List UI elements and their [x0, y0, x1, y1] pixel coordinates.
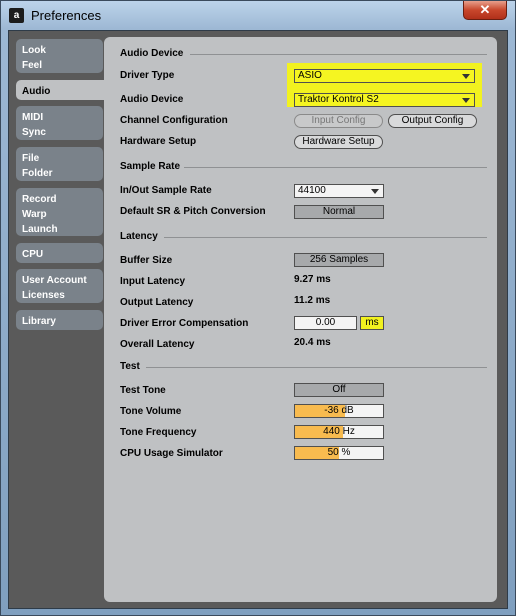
overall-latency-value: 20.4 ms	[294, 337, 331, 348]
tab-label: Look	[22, 45, 46, 56]
slider-value: 50 %	[327, 447, 351, 458]
tab-cpu[interactable]: CPU	[16, 243, 103, 263]
cpu-simulator-slider[interactable]: 50 %	[294, 446, 384, 460]
test-tone-label: Test Tone	[120, 385, 166, 396]
default-sr-selector[interactable]: Normal	[294, 205, 384, 219]
tab-label: Sync	[22, 127, 46, 138]
input-latency-label: Input Latency	[120, 276, 186, 287]
sample-rate-dropdown[interactable]: 44100	[294, 184, 384, 198]
audio-device-dropdown[interactable]: Traktor Kontrol S2	[294, 93, 475, 107]
driver-type-label: Driver Type	[120, 70, 175, 81]
buffer-size-field[interactable]: 256 Samples	[294, 253, 384, 267]
tab-label: Licenses	[22, 290, 65, 301]
divider	[184, 167, 487, 168]
slider-value: 440 Hz	[323, 426, 355, 437]
tone-volume-label: Tone Volume	[120, 406, 182, 417]
section-heading-sample-rate: Sample Rate	[120, 161, 181, 172]
slider-value: -36 dB	[324, 405, 354, 416]
preferences-window: a Preferences ✕ Look Feel Audio MIDI Syn…	[0, 0, 516, 616]
channel-config-label: Channel Configuration	[120, 115, 228, 126]
output-latency-value: 11.2 ms	[294, 295, 331, 306]
driver-type-value: ASIO	[298, 70, 322, 81]
sample-rate-label: In/Out Sample Rate	[120, 185, 212, 196]
chevron-down-icon	[462, 98, 470, 103]
cpu-simulator-label: CPU Usage Simulator	[120, 448, 223, 459]
audio-preferences-panel: Audio Device Driver Type ASIO Audio Devi…	[104, 37, 497, 602]
tab-label: Launch	[22, 224, 58, 235]
chevron-down-icon	[371, 189, 379, 194]
ms-unit-toggle[interactable]: ms	[360, 316, 384, 330]
section-heading-audio-device: Audio Device	[120, 48, 184, 59]
window-title: Preferences	[31, 8, 102, 23]
output-latency-label: Output Latency	[120, 297, 194, 308]
buffer-size-label: Buffer Size	[120, 255, 173, 266]
test-tone-toggle[interactable]: Off	[294, 383, 384, 397]
client-area: Look Feel Audio MIDI Sync File Folder Re…	[8, 30, 508, 609]
tab-file-folder[interactable]: File Folder	[16, 147, 103, 181]
tab-label: Warp	[22, 209, 47, 220]
tone-frequency-slider[interactable]: 440 Hz	[294, 425, 384, 439]
tab-label: File	[22, 153, 40, 164]
tab-look-feel[interactable]: Look Feel	[16, 39, 103, 73]
driver-error-label: Driver Error Compensation	[120, 318, 249, 329]
output-config-button[interactable]: Output Config	[388, 114, 477, 128]
tab-label: MIDI	[22, 112, 44, 123]
tab-user-account-licenses[interactable]: User Account Licenses	[16, 269, 103, 303]
driver-type-dropdown[interactable]: ASIO	[294, 69, 475, 83]
section-heading-test: Test	[120, 361, 140, 372]
tab-label: Feel	[22, 60, 43, 71]
tab-label: Library	[22, 316, 56, 327]
divider	[164, 237, 487, 238]
sample-rate-value: 44100	[298, 185, 326, 196]
tab-label: Folder	[22, 168, 53, 179]
tab-audio[interactable]: Audio	[16, 80, 116, 100]
tab-label: Record	[22, 194, 57, 205]
tone-frequency-label: Tone Frequency	[120, 427, 197, 438]
divider	[146, 367, 487, 368]
tab-label: CPU	[22, 249, 44, 260]
overall-latency-label: Overall Latency	[120, 339, 195, 350]
chevron-down-icon	[462, 74, 470, 79]
section-heading-latency: Latency	[120, 231, 158, 242]
input-latency-value: 9.27 ms	[294, 274, 331, 285]
close-button[interactable]: ✕	[463, 1, 507, 20]
tab-label: User Account	[22, 275, 87, 286]
tone-volume-slider[interactable]: -36 dB	[294, 404, 384, 418]
default-sr-label: Default SR & Pitch Conversion	[120, 206, 266, 217]
title-bar[interactable]: a Preferences ✕	[1, 1, 515, 31]
hardware-setup-label: Hardware Setup	[120, 136, 197, 147]
input-config-button[interactable]: Input Config	[294, 114, 383, 128]
tab-record-warp-launch[interactable]: Record Warp Launch	[16, 188, 103, 236]
tab-library[interactable]: Library	[16, 310, 103, 330]
tab-label: Audio	[22, 86, 51, 97]
driver-error-field[interactable]: 0.00	[294, 316, 357, 330]
app-icon: a	[9, 8, 24, 23]
audio-device-value: Traktor Kontrol S2	[298, 94, 379, 105]
divider	[190, 54, 487, 55]
audio-device-label: Audio Device	[120, 94, 184, 105]
tab-midi-sync[interactable]: MIDI Sync	[16, 106, 103, 140]
hardware-setup-button[interactable]: Hardware Setup	[294, 135, 383, 149]
